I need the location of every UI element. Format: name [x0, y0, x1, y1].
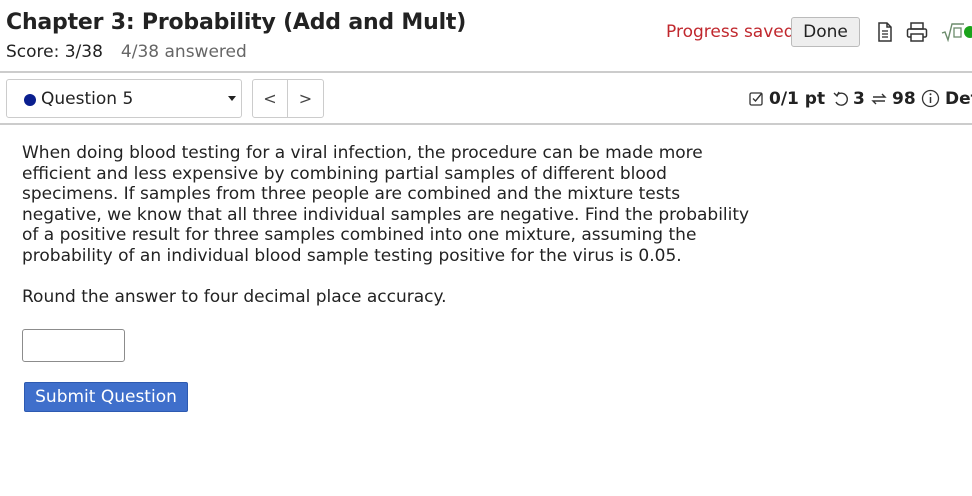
answered-count: 4/38 answered: [120, 42, 247, 62]
attempts-count: 98: [892, 89, 916, 109]
checkbox-icon: [749, 92, 763, 106]
instruction-text: Round the answer to four decimal place a…: [22, 287, 447, 307]
header-divider: [0, 71, 972, 73]
document-icon[interactable]: [877, 22, 893, 42]
score-line: Score: 3/38 4/38 answered: [6, 42, 247, 62]
retries-count: 3: [853, 89, 865, 109]
question-select[interactable]: Question 5: [6, 79, 242, 118]
score-text: Score: 3/38: [6, 42, 103, 62]
info-icon[interactable]: [921, 89, 940, 108]
question-dot-icon: [24, 94, 36, 106]
next-question-button[interactable]: >: [288, 80, 323, 117]
printer-icon[interactable]: [906, 22, 928, 42]
status-dot-icon: [964, 26, 972, 38]
submit-question-button[interactable]: Submit Question: [24, 382, 188, 412]
question-nav-group: < >: [252, 79, 324, 118]
points-text: 0/1 pt: [769, 89, 826, 109]
done-button[interactable]: Done: [791, 17, 860, 47]
nav-divider: [0, 123, 972, 125]
progress-saved-status: Progress saved: [666, 22, 795, 42]
attempts-icon: [871, 93, 887, 105]
details-link[interactable]: Det: [945, 89, 972, 109]
chevron-down-icon: [228, 96, 236, 101]
page-title: Chapter 3: Probability (Add and Mult): [6, 10, 467, 35]
sqrt-icon[interactable]: [941, 22, 965, 42]
retry-icon: [833, 91, 848, 106]
question-text: When doing blood testing for a viral inf…: [22, 143, 750, 266]
previous-question-button[interactable]: <: [253, 80, 288, 117]
question-select-label: Question 5: [41, 89, 134, 109]
answer-input[interactable]: [22, 329, 125, 362]
